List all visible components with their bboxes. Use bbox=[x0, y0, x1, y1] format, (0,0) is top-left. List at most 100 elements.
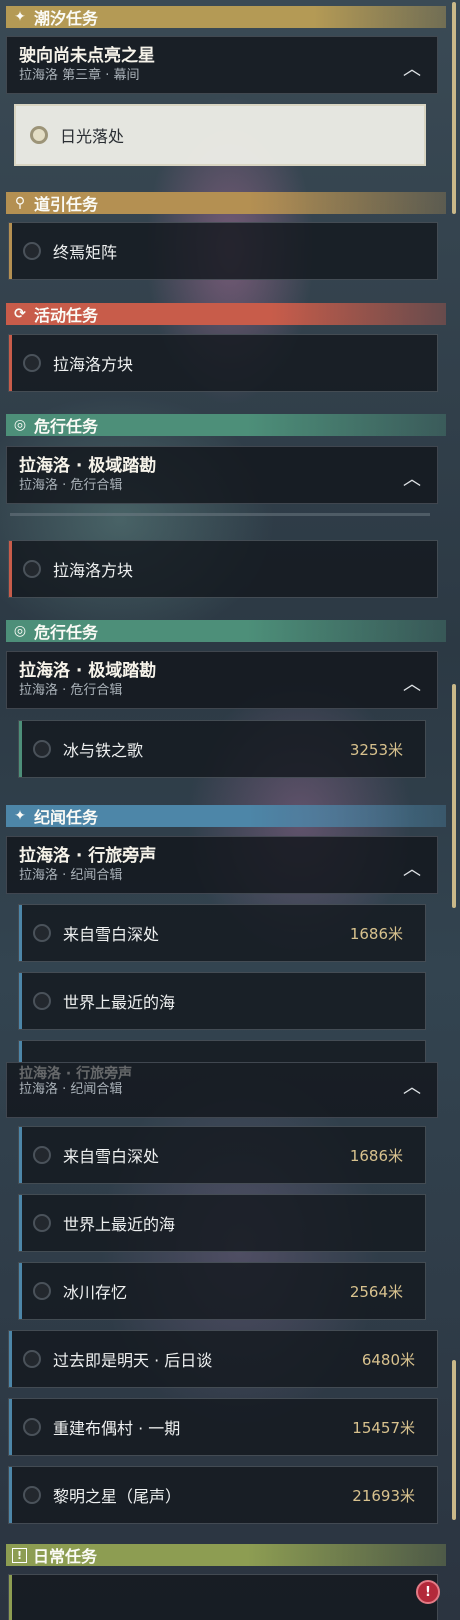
quest-item[interactable]: 冰与铁之歌 3253米 bbox=[18, 720, 426, 778]
quest-name: 冰川存忆 bbox=[63, 1283, 128, 1302]
section-header-daily: ! 日常任务 bbox=[6, 1544, 446, 1566]
quest-status-icon bbox=[30, 126, 48, 144]
group-title: 拉海洛 · 行旅旁声 bbox=[19, 846, 157, 866]
quest-status-icon bbox=[33, 1214, 51, 1232]
quest-name: 过去即是明天 · 后日谈 bbox=[53, 1351, 213, 1370]
quest-status-icon bbox=[33, 1146, 51, 1164]
quest-group-card[interactable]: 拉海洛 · 极域踏勘 拉海洛 · 危行合辑 ︿ bbox=[6, 446, 438, 504]
quest-group-card[interactable]: 拉海洛 · 极域踏勘 拉海洛 · 危行合辑 ︿ bbox=[6, 651, 438, 709]
divider bbox=[10, 513, 430, 516]
quest-name: 世界上最近的海 bbox=[63, 1215, 176, 1234]
section-header-danger: ◎ 危行任务 bbox=[6, 620, 446, 642]
quest-item-selected[interactable]: 日光落处 bbox=[14, 104, 426, 166]
quest-status-icon bbox=[33, 992, 51, 1010]
quest-item[interactable]: 世界上最近的海 bbox=[18, 1194, 426, 1252]
quest-distance: 21693米 bbox=[352, 1486, 415, 1505]
quest-distance: 6480米 bbox=[361, 1350, 415, 1369]
quest-status-icon bbox=[23, 354, 41, 372]
quest-status-icon bbox=[33, 924, 51, 942]
group-title: 拉海洛 · 行旅旁声 bbox=[19, 1066, 133, 1082]
group-subtitle: 拉海洛 · 纪闻合辑 bbox=[19, 1082, 123, 1097]
chevron-up-icon[interactable]: ︿ bbox=[403, 55, 421, 81]
group-subtitle: 拉海洛 · 危行合辑 bbox=[19, 683, 123, 698]
chevron-up-icon[interactable]: ︿ bbox=[403, 465, 421, 491]
quest-status-icon bbox=[33, 740, 51, 758]
section-title: 道引任务 bbox=[34, 195, 99, 214]
chevron-up-icon[interactable]: ︿ bbox=[403, 1073, 421, 1099]
category-bar bbox=[19, 1127, 22, 1183]
section-header-danger: ◎ 危行任务 bbox=[6, 414, 446, 436]
quest-item[interactable]: 来自雪白深处 1686米 bbox=[18, 904, 426, 962]
group-title: 驶向尚未点亮之星 bbox=[19, 46, 155, 66]
quest-status-icon bbox=[23, 1418, 41, 1436]
quest-list[interactable]: ✦ 潮汐任务 驶向尚未点亮之星 拉海洛 第三章 · 幕间 ︿ 日光落处 ⚲ 道引… bbox=[0, 0, 460, 1620]
quest-name: 来自雪白深处 bbox=[63, 1147, 160, 1166]
section-title: 危行任务 bbox=[34, 623, 99, 642]
quest-distance: 2564米 bbox=[349, 1282, 403, 1301]
quest-item[interactable]: 拉海洛方块 bbox=[8, 540, 438, 598]
quest-name: 来自雪白深处 bbox=[63, 925, 160, 944]
category-bar bbox=[19, 721, 22, 777]
quest-status-icon bbox=[33, 1282, 51, 1300]
quest-item[interactable]: 终焉矩阵 bbox=[8, 222, 438, 280]
category-bar bbox=[19, 905, 22, 961]
quest-group-card[interactable]: 驶向尚未点亮之星 拉海洛 第三章 · 幕间 ︿ bbox=[6, 36, 438, 94]
quest-item[interactable]: 冰川存忆 2564米 bbox=[18, 1262, 426, 1320]
quest-item[interactable] bbox=[8, 1574, 438, 1620]
section-title: 活动任务 bbox=[34, 306, 99, 325]
quest-name: 日光落处 bbox=[60, 127, 125, 146]
quest-name: 拉海洛方块 bbox=[53, 355, 134, 374]
section-header-guide: ⚲ 道引任务 bbox=[6, 192, 446, 214]
scrollbar-thumb[interactable] bbox=[452, 1360, 456, 1520]
quest-status-icon bbox=[23, 560, 41, 578]
category-bar bbox=[9, 1575, 12, 1620]
section-header-tide: ✦ 潮汐任务 bbox=[6, 6, 446, 28]
chevron-up-icon[interactable]: ︿ bbox=[403, 670, 421, 696]
group-subtitle: 拉海洛 第三章 · 幕间 bbox=[19, 68, 140, 83]
quest-item[interactable]: 黎明之星（尾声） 21693米 bbox=[8, 1466, 438, 1524]
warning-badge-icon[interactable]: ! bbox=[416, 1580, 440, 1604]
quest-status-icon bbox=[23, 1486, 41, 1504]
quest-distance: 15457米 bbox=[352, 1418, 415, 1437]
section-title: 纪闻任务 bbox=[34, 808, 99, 827]
category-bar bbox=[9, 335, 12, 391]
category-bar bbox=[9, 541, 12, 597]
quest-distance: 3253米 bbox=[349, 740, 403, 759]
category-bar bbox=[19, 973, 22, 1029]
category-bar bbox=[9, 1467, 12, 1523]
quest-group-card[interactable]: 拉海洛 · 行旅旁声 拉海洛 · 纪闻合辑 ︿ bbox=[6, 836, 438, 894]
quest-group-card[interactable]: 拉海洛 · 行旅旁声 拉海洛 · 纪闻合辑 ︿ bbox=[6, 1062, 438, 1118]
quest-item[interactable]: 拉海洛方块 bbox=[8, 334, 438, 392]
chevron-up-icon[interactable]: ︿ bbox=[403, 855, 421, 881]
shield-icon: ◎ bbox=[13, 417, 27, 433]
group-title: 拉海洛 · 极域踏勘 bbox=[19, 661, 157, 681]
group-subtitle: 拉海洛 · 纪闻合辑 bbox=[19, 868, 123, 883]
sparkle-icon: ✦ bbox=[14, 9, 26, 25]
quest-item[interactable] bbox=[18, 1040, 426, 1062]
sparkle-icon: ✦ bbox=[14, 808, 26, 824]
category-bar bbox=[19, 1041, 22, 1062]
scrollbar-thumb[interactable] bbox=[452, 2, 456, 214]
quest-name: 重建布偶村 · 一期 bbox=[53, 1419, 181, 1438]
shield-icon: ◎ bbox=[13, 623, 27, 639]
quest-item[interactable]: 过去即是明天 · 后日谈 6480米 bbox=[8, 1330, 438, 1388]
group-subtitle: 拉海洛 · 危行合辑 bbox=[19, 478, 123, 493]
quest-item[interactable]: 重建布偶村 · 一期 15457米 bbox=[8, 1398, 438, 1456]
section-title: 危行任务 bbox=[34, 417, 99, 436]
quest-distance: 1686米 bbox=[349, 924, 403, 943]
section-title: 潮汐任务 bbox=[34, 9, 99, 28]
category-bar bbox=[19, 1195, 22, 1251]
quest-name: 黎明之星（尾声） bbox=[53, 1487, 182, 1506]
quest-name: 拉海洛方块 bbox=[53, 561, 134, 580]
quest-name: 世界上最近的海 bbox=[63, 993, 176, 1012]
section-title: 日常任务 bbox=[33, 1547, 98, 1566]
quest-status-icon bbox=[23, 1350, 41, 1368]
category-bar bbox=[19, 1263, 22, 1319]
quest-distance: 1686米 bbox=[349, 1146, 403, 1165]
quest-item[interactable]: 世界上最近的海 bbox=[18, 972, 426, 1030]
quest-item[interactable]: 来自雪白深处 1686米 bbox=[18, 1126, 426, 1184]
category-bar bbox=[9, 223, 12, 279]
quest-status-icon bbox=[23, 242, 41, 260]
scrollbar-thumb[interactable] bbox=[452, 684, 456, 908]
exclamation-icon: ! bbox=[12, 1547, 27, 1563]
